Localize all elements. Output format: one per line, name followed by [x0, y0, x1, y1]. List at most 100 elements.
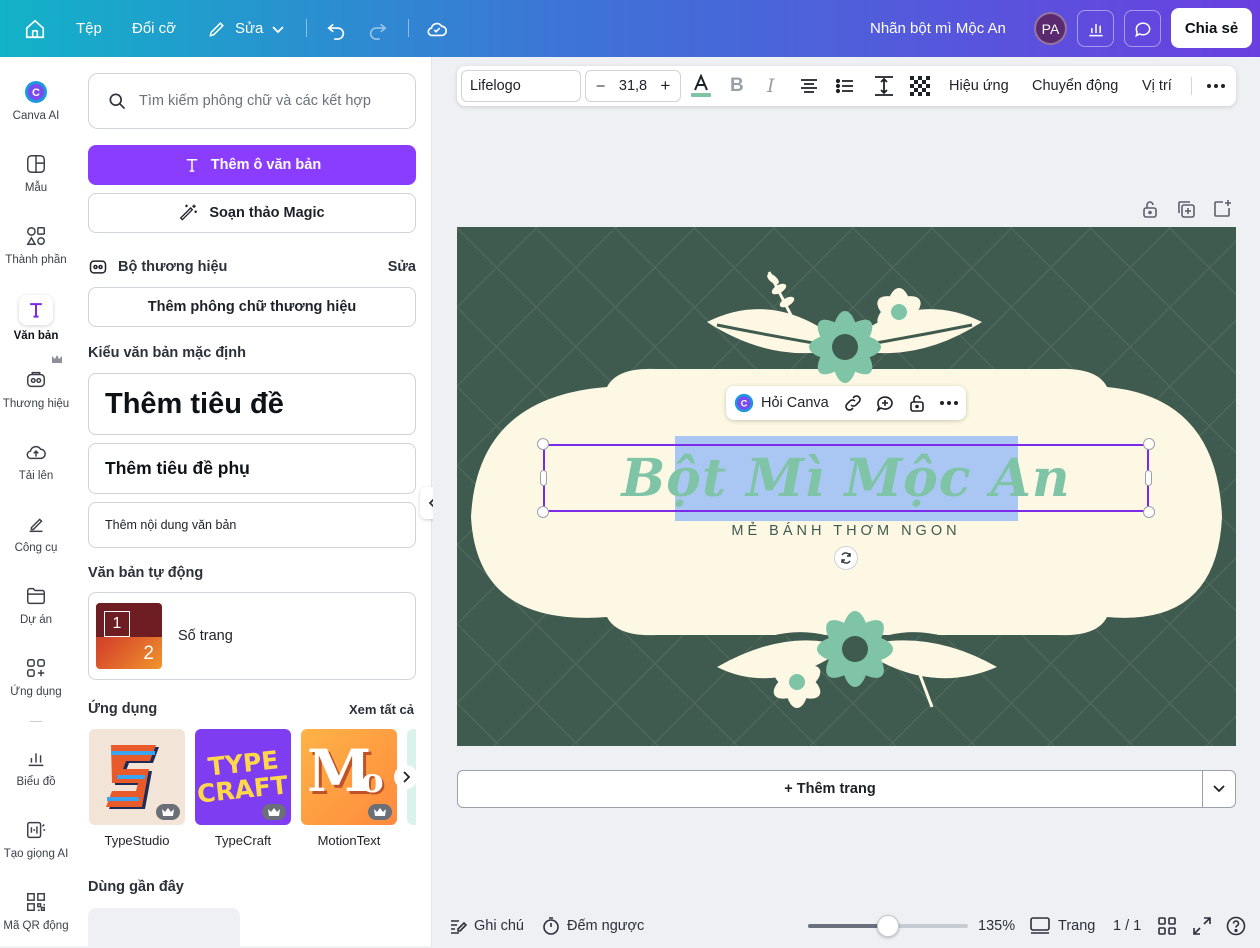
cloud-saved-icon[interactable]	[425, 0, 449, 57]
document-title[interactable]: Nhãn bột mì Mộc An	[870, 0, 1006, 57]
page-numbers-thumbnail: 1 2	[96, 603, 162, 669]
thumb-number-one: 1	[104, 611, 130, 637]
pages-button[interactable]: Trang	[1030, 912, 1095, 940]
add-page-dropdown[interactable]	[1202, 770, 1236, 808]
spacing-icon[interactable]	[873, 66, 895, 106]
magic-write-button[interactable]: Soạn thảo Magic	[88, 193, 416, 233]
zoom-slider-thumb[interactable]	[877, 915, 899, 937]
crown-icon	[52, 355, 62, 363]
more-icon[interactable]	[939, 400, 959, 406]
default-styles-heading: Kiểu văn bản mặc định	[88, 345, 246, 361]
bold-button[interactable]: B	[730, 66, 744, 106]
add-page-button[interactable]: + Thêm trang	[457, 770, 1203, 808]
add-page-icon[interactable]	[1212, 199, 1232, 219]
help-icon[interactable]	[1226, 912, 1246, 940]
selection-frame	[543, 444, 1149, 512]
comment-icon	[1134, 21, 1150, 37]
add-textbox-button[interactable]: Thêm ô văn bản	[88, 145, 416, 185]
font-family-dropdown[interactable]: Lifelogo	[461, 70, 581, 102]
text-color-button[interactable]	[690, 66, 712, 106]
resize-handle[interactable]	[537, 438, 549, 450]
effects-button[interactable]: Hiệu ứng	[949, 66, 1009, 106]
rail-item-canva-ai[interactable]: C Canva AI	[0, 79, 72, 122]
app-motiontext[interactable]: M o	[301, 729, 397, 825]
see-all-link[interactable]: Xem tất cả	[349, 702, 414, 717]
rail-label: Công cụ	[14, 542, 58, 554]
rail-item-tools[interactable]: Công cụ	[0, 511, 72, 554]
rotate-icon	[841, 552, 851, 564]
app-typecraft[interactable]: TYPE CRAFT	[195, 729, 291, 825]
resize-handle[interactable]	[1143, 506, 1155, 518]
font-size-control: – 31,8 +	[585, 70, 681, 102]
file-menu[interactable]: Tệp	[76, 0, 102, 57]
side-handle[interactable]	[540, 470, 547, 486]
rail-item-qr[interactable]: Mã QR động	[0, 889, 72, 932]
resize-handle[interactable]	[537, 506, 549, 518]
comments-button[interactable]	[1124, 10, 1161, 47]
fullscreen-icon[interactable]	[1193, 912, 1211, 940]
canva-ai-icon: C	[734, 393, 754, 413]
rail-item-uploads[interactable]: Tải lên	[0, 439, 72, 482]
zoom-level[interactable]: 135%	[978, 912, 1015, 940]
app-typestudio[interactable]	[89, 729, 185, 825]
rail-item-projects[interactable]: Dự án	[0, 583, 72, 626]
resize-menu[interactable]: Đổi cỡ	[132, 0, 176, 57]
duplicate-page-icon[interactable]	[1176, 199, 1196, 219]
insights-button[interactable]	[1077, 10, 1114, 47]
design-canvas[interactable]: Bột Mì Mộc An MẺ BÁNH THƠM NGON C Hỏi Ca…	[457, 227, 1236, 746]
more-options-icon[interactable]	[1206, 66, 1226, 106]
add-heading-button[interactable]: Thêm tiêu đề	[88, 373, 416, 435]
rail-item-ai-voice[interactable]: Tạo giọng AI	[0, 817, 72, 860]
brand-edit-link[interactable]: Sửa	[388, 259, 416, 275]
font-search-box[interactable]: Tìm kiếm phông chữ và các kết hợp	[88, 73, 416, 129]
lock-icon[interactable]	[907, 393, 927, 413]
animate-button[interactable]: Chuyển động	[1032, 66, 1118, 106]
notes-button[interactable]: Ghi chú	[448, 912, 524, 940]
recent-heading: Dùng gần đây	[88, 879, 184, 895]
add-subheading-button[interactable]: Thêm tiêu đề phụ	[88, 443, 416, 494]
design-subtitle[interactable]: MẺ BÁNH THƠM NGON	[543, 523, 1149, 539]
left-rail: C Canva AI Mẫu Thành phần Văn bản Thương…	[0, 57, 72, 946]
zoom-slider-fill	[808, 924, 888, 928]
grid-view-icon[interactable]	[1158, 912, 1176, 940]
rail-item-templates[interactable]: Mẫu	[0, 151, 72, 194]
recent-item[interactable]	[88, 908, 240, 948]
side-handle[interactable]	[1145, 470, 1152, 486]
avatar[interactable]: PA	[1034, 12, 1067, 45]
rotate-handle[interactable]	[834, 546, 858, 570]
share-button[interactable]: Chia sẻ	[1171, 8, 1252, 48]
timer-button[interactable]: Đếm ngược	[541, 912, 644, 940]
link-icon[interactable]	[843, 393, 863, 413]
bullet-list-icon[interactable]	[835, 66, 855, 106]
context-menu: C Hỏi Canva	[726, 386, 966, 420]
redo-icon[interactable]	[367, 0, 389, 57]
font-size-input[interactable]: 31,8	[615, 78, 650, 94]
rail-item-apps[interactable]: Ứng dụng	[0, 655, 72, 698]
pages-label: Trang	[1058, 918, 1096, 934]
lock-page-icon[interactable]	[1140, 199, 1160, 219]
ask-canva-button[interactable]: Hỏi Canva	[761, 395, 829, 411]
rail-item-text[interactable]: Văn bản	[0, 295, 72, 342]
position-button[interactable]: Vị trí	[1142, 66, 1172, 106]
italic-button[interactable]: I	[767, 66, 775, 106]
crown-icon	[156, 804, 180, 820]
add-body-button[interactable]: Thêm nội dung văn bản	[88, 502, 416, 548]
apps-next-button[interactable]	[394, 765, 418, 789]
resize-handle[interactable]	[1143, 438, 1155, 450]
rail-item-charts[interactable]: Biểu đồ	[0, 745, 72, 788]
add-comment-icon[interactable]	[875, 393, 895, 413]
undo-icon[interactable]	[325, 0, 347, 57]
decrease-font-button[interactable]: –	[586, 78, 615, 94]
add-brand-fonts-button[interactable]: Thêm phông chữ thương hiệu	[88, 287, 416, 327]
rail-label: Biểu đồ	[16, 776, 56, 788]
edit-menu[interactable]: Sửa	[207, 0, 285, 57]
rail-item-brand[interactable]: Thương hiệu	[0, 355, 72, 410]
page-numbers-card[interactable]: 1 2 Số trang	[88, 592, 416, 680]
home-icon[interactable]	[24, 0, 46, 57]
upload-icon	[23, 439, 49, 465]
transparency-icon[interactable]	[909, 66, 931, 106]
rail-item-elements[interactable]: Thành phần	[0, 223, 72, 266]
align-center-icon[interactable]	[799, 66, 819, 106]
increase-font-button[interactable]: +	[651, 76, 680, 96]
search-input[interactable]: Tìm kiếm phông chữ và các kết hợp	[139, 93, 371, 109]
